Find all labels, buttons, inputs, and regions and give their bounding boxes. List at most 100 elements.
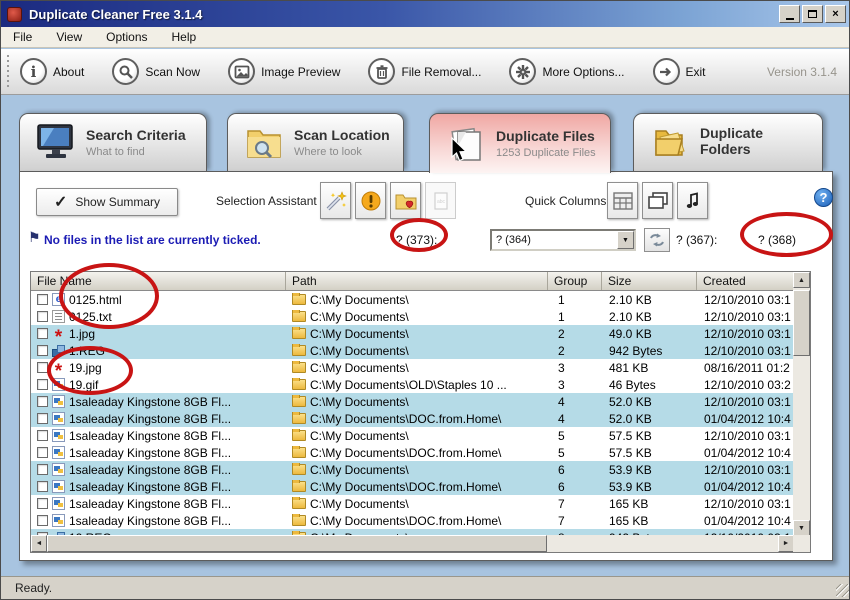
folder-icon <box>292 345 306 356</box>
vertical-scroll-thumb[interactable] <box>793 290 810 356</box>
row-checkbox[interactable] <box>37 464 48 475</box>
row-checkbox[interactable] <box>37 430 48 441</box>
tab-duplicate-folders[interactable]: Duplicate Folders <box>633 113 823 171</box>
table-row[interactable]: 1.jpgC:\My Documents\249.0 KB12/10/2010 … <box>31 325 794 342</box>
image-columns-button[interactable] <box>642 182 673 219</box>
file-path: C:\My Documents\ <box>310 344 409 358</box>
size-cell: 165 KB <box>602 514 697 528</box>
row-checkbox[interactable] <box>37 328 48 339</box>
table-row[interactable]: 1saleaday Kingstone 8GB Fl...C:\My Docum… <box>31 410 794 427</box>
exclamation-icon <box>361 191 381 211</box>
group-cell: 1 <box>548 310 602 324</box>
row-checkbox[interactable] <box>37 311 48 322</box>
menu-view[interactable]: View <box>44 28 94 46</box>
scroll-up-icon[interactable]: ▲ <box>793 272 810 288</box>
img-file-icon <box>52 446 65 459</box>
about-button[interactable]: i About <box>20 58 84 85</box>
image-preview-button[interactable]: Image Preview <box>228 58 340 85</box>
row-checkbox[interactable] <box>37 396 48 407</box>
magic-wand-button[interactable] <box>320 182 351 219</box>
row-checkbox[interactable] <box>37 481 48 492</box>
tab-scan-location[interactable]: Scan Location Where to look <box>227 113 404 171</box>
toolbar-grip[interactable] <box>7 55 12 89</box>
chevron-down-icon[interactable]: ▼ <box>617 231 634 249</box>
show-summary-button[interactable]: ✓ Show Summary <box>36 188 178 216</box>
table-row[interactable]: 0125.txtC:\My Documents\12.10 KB12/10/20… <box>31 308 794 325</box>
size-cell: 46 Bytes <box>602 378 697 392</box>
column-group[interactable]: Group <box>548 272 602 290</box>
folder-search-icon <box>242 123 286 163</box>
table-row[interactable]: 19.gifC:\My Documents\OLD\Staples 10 ...… <box>31 376 794 393</box>
folder-icon <box>292 413 306 424</box>
table-row[interactable]: 1saleaday Kingstone 8GB Fl...C:\My Docum… <box>31 427 794 444</box>
horizontal-scroll-thumb[interactable] <box>47 535 547 552</box>
scroll-right-icon[interactable]: ► <box>778 535 794 552</box>
title-bar: Duplicate Cleaner Free 3.1.4 × <box>1 1 850 27</box>
tab-search-criteria[interactable]: Search Criteria What to find <box>19 113 207 171</box>
created-cell: 12/10/2010 03:1 <box>697 497 794 511</box>
row-checkbox[interactable] <box>37 515 48 526</box>
table-row[interactable]: 1saleaday Kingstone 8GB Fl...C:\My Docum… <box>31 478 794 495</box>
table-row[interactable]: 1saleaday Kingstone 8GB Fl...C:\My Docum… <box>31 461 794 478</box>
minimize-button[interactable] <box>779 5 800 23</box>
refresh-icon <box>649 233 665 247</box>
size-cell: 2.10 KB <box>602 293 697 307</box>
scan-now-button[interactable]: Scan Now <box>112 58 200 85</box>
table-row[interactable]: 0125.htmlC:\My Documents\12.10 KB12/10/2… <box>31 291 794 308</box>
created-cell: 12/10/2010 03:1 <box>697 344 794 358</box>
resize-grip[interactable] <box>836 584 849 597</box>
table-row[interactable]: 1saleaday Kingstone 8GB Fl...C:\My Docum… <box>31 393 794 410</box>
audio-columns-button[interactable] <box>677 182 708 219</box>
size-cell: 165 KB <box>602 497 697 511</box>
size-cell: 481 KB <box>602 361 697 375</box>
row-checkbox[interactable] <box>37 362 48 373</box>
tab-duplicate-files[interactable]: Duplicate Files 1253 Duplicate Files <box>429 113 611 173</box>
table-row[interactable]: 1saleaday Kingstone 8GB Fl...C:\My Docum… <box>31 444 794 461</box>
file-removal-button[interactable]: File Removal... <box>368 58 481 85</box>
horizontal-scrollbar[interactable]: ◄ ► <box>31 535 794 552</box>
scroll-down-icon[interactable]: ▼ <box>793 520 810 536</box>
folder-icon <box>292 447 306 458</box>
size-cell: 49.0 KB <box>602 327 697 341</box>
selection-dropdown[interactable]: ? (364) ▼ <box>490 229 636 251</box>
column-file-name[interactable]: File Name <box>31 272 286 290</box>
table-row[interactable]: 1saleaday Kingstone 8GB Fl...C:\My Docum… <box>31 512 794 529</box>
file-path: C:\My Documents\DOC.from.Home\ <box>310 514 501 528</box>
close-button[interactable]: × <box>825 5 846 23</box>
ticked-status-text: No files in the list are currently ticke… <box>44 233 261 247</box>
row-checkbox[interactable] <box>37 379 48 390</box>
row-checkbox[interactable] <box>37 413 48 424</box>
group-cell: 2 <box>548 344 602 358</box>
row-checkbox[interactable] <box>37 447 48 458</box>
monitor-icon <box>34 123 78 163</box>
exit-button[interactable]: Exit <box>653 58 706 85</box>
grid-columns-button[interactable] <box>607 182 638 219</box>
maximize-button[interactable] <box>802 5 823 23</box>
column-size[interactable]: Size <box>602 272 697 290</box>
row-checkbox[interactable] <box>37 345 48 356</box>
table-row[interactable]: 1saleaday Kingstone 8GB Fl...C:\My Docum… <box>31 495 794 512</box>
table-row[interactable]: 1.REGC:\My Documents\2942 Bytes12/10/201… <box>31 342 794 359</box>
menu-options[interactable]: Options <box>94 28 159 46</box>
row-checkbox[interactable] <box>37 294 48 305</box>
table-row[interactable]: 19.jpgC:\My Documents\3481 KB08/16/2011 … <box>31 359 794 376</box>
file-name: 1saleaday Kingstone 8GB Fl... <box>69 497 231 511</box>
document-select-button: abc <box>425 182 456 219</box>
menu-help[interactable]: Help <box>160 28 209 46</box>
column-created[interactable]: Created <box>697 272 794 290</box>
menu-file[interactable]: File <box>1 28 44 46</box>
refresh-button[interactable] <box>644 228 670 252</box>
column-path[interactable]: Path <box>286 272 548 290</box>
help-button[interactable]: ? <box>814 188 833 207</box>
group-cell: 6 <box>548 480 602 494</box>
group-cell: 2 <box>548 327 602 341</box>
scroll-left-icon[interactable]: ◄ <box>31 535 47 552</box>
folder-favorites-button[interactable] <box>390 182 421 219</box>
warning-select-button[interactable] <box>355 182 386 219</box>
magic-wand-icon <box>325 190 347 212</box>
vertical-scrollbar[interactable]: ▲ ▼ <box>793 272 810 536</box>
more-options-button[interactable]: More Options... <box>509 58 624 85</box>
flag-icon: ⚑ <box>28 229 41 246</box>
row-checkbox[interactable] <box>37 498 48 509</box>
file-path: C:\My Documents\OLD\Staples 10 ... <box>310 378 507 392</box>
